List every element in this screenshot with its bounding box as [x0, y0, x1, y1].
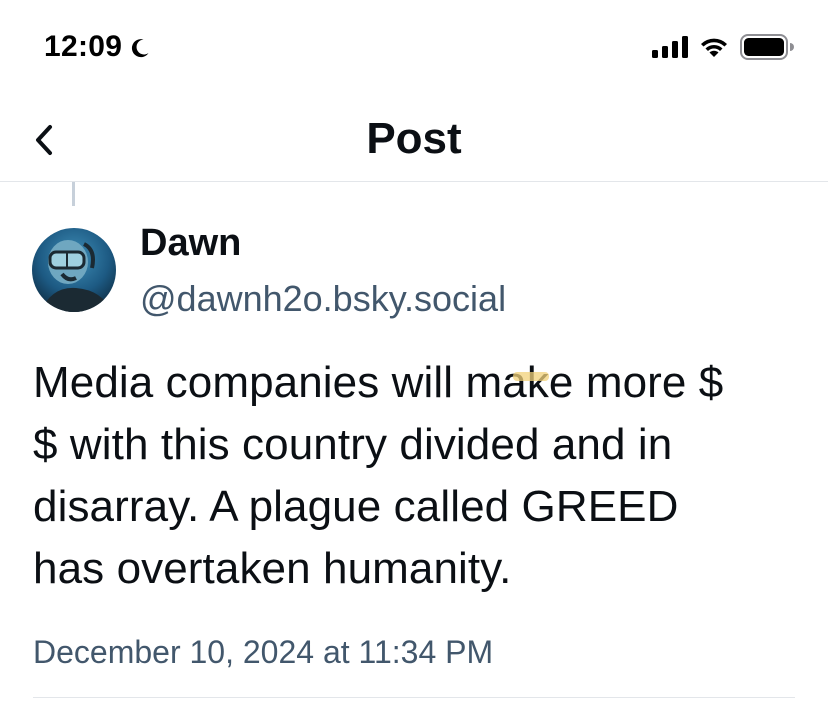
signal-icon — [652, 36, 688, 58]
status-time: 12:09 — [44, 30, 123, 63]
thread-line — [72, 182, 75, 206]
post-timestamp[interactable]: December 10, 2024 at 11:34 PM — [33, 634, 493, 671]
post-text-line: disarray. A plague called GREED — [33, 482, 679, 531]
post-text-line: $ with this country divided and in — [33, 420, 673, 469]
avatar-diver-icon — [32, 228, 116, 312]
post-text-line: has overtaken humanity. — [33, 544, 512, 593]
status-bar: 12:09 — [0, 0, 828, 100]
header: Post — [0, 100, 828, 182]
status-icons — [652, 34, 794, 60]
wifi-icon — [701, 38, 727, 57]
divider — [33, 697, 795, 698]
post-text-line: Media companies will make more $ — [33, 358, 724, 407]
highlight-mark — [513, 372, 549, 381]
post-screen: 12:09 Post Dawn @dawnh2o.bsky.social Med… — [0, 0, 828, 715]
author-name[interactable]: Dawn — [140, 222, 241, 265]
avatar[interactable] — [32, 228, 116, 312]
page-title: Post — [366, 114, 462, 163]
post-text: Media companies will make more $ $ with … — [33, 352, 803, 600]
author-handle[interactable]: @dawnh2o.bsky.social — [140, 278, 506, 320]
battery-icon — [740, 34, 794, 60]
moon-icon — [132, 39, 149, 58]
status-time-group: 12:09 — [44, 30, 152, 64]
